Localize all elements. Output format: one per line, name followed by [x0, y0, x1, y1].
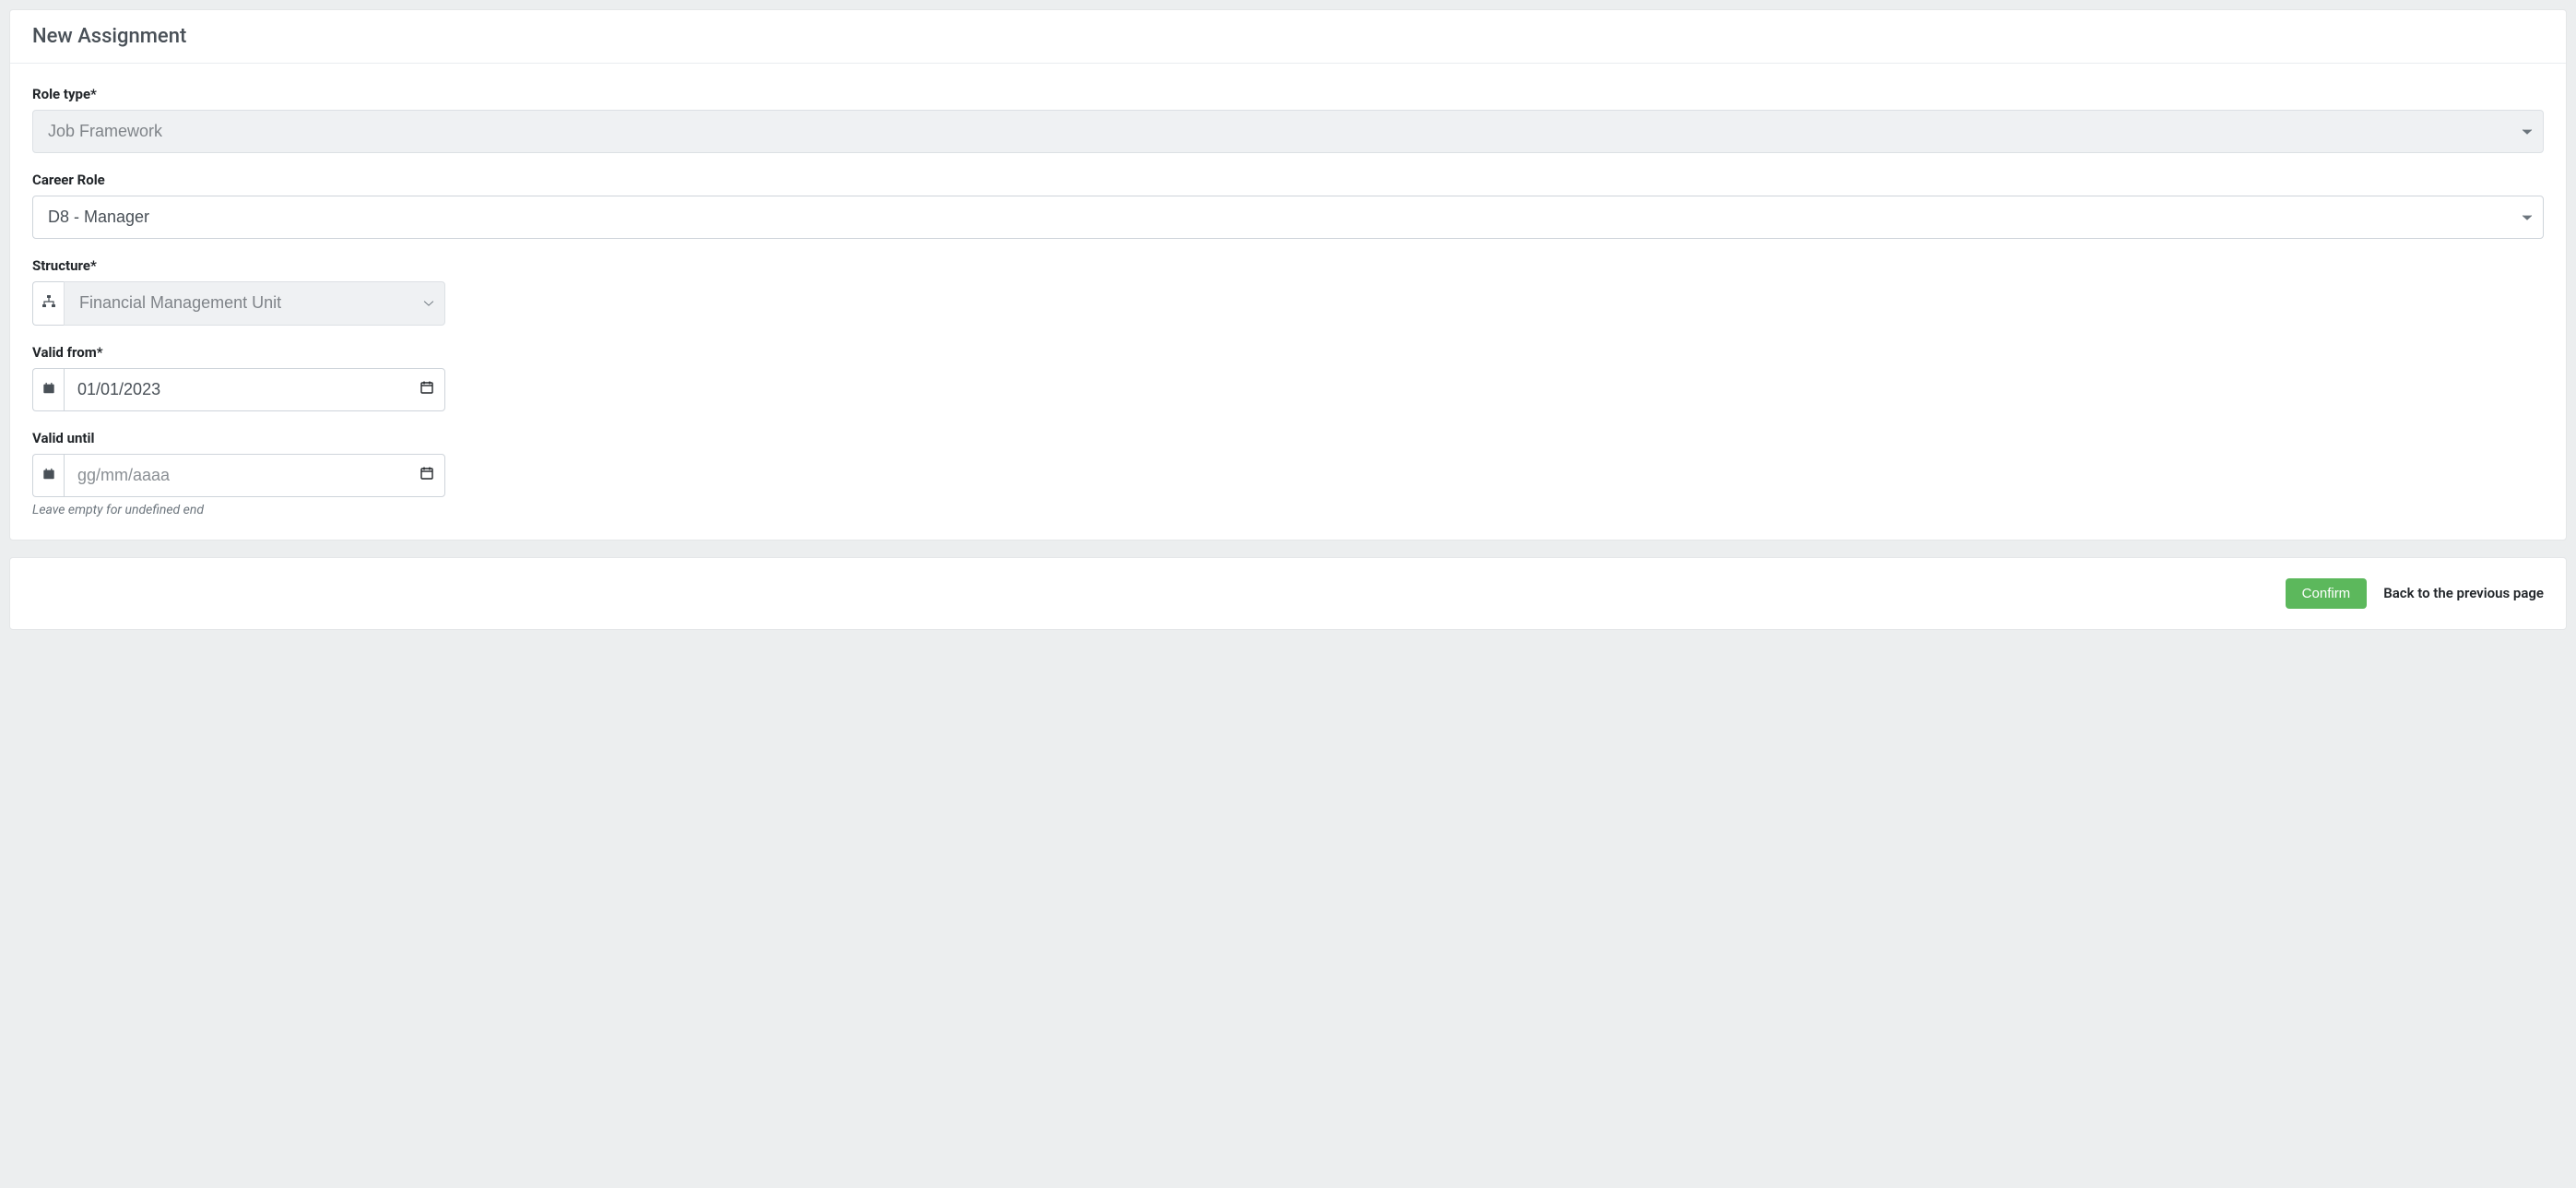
valid-from-label: Valid from* — [32, 344, 2544, 361]
valid-until-label: Valid until — [32, 430, 2544, 446]
structure-input-group: Financial Management Unit — [32, 281, 445, 325]
structure-select-wrap: Financial Management Unit — [64, 281, 445, 325]
card-body: Role type* Job Framework Career Role D8 … — [10, 64, 2566, 540]
page-title: New Assignment — [32, 25, 2544, 48]
career-role-label: Career Role — [32, 172, 2544, 188]
role-type-select[interactable]: Job Framework — [32, 110, 2544, 153]
structure-select[interactable]: Financial Management Unit — [64, 281, 445, 325]
role-type-label: Role type* — [32, 86, 2544, 102]
career-role-select[interactable]: D8 - Manager — [32, 196, 2544, 239]
structure-label: Structure* — [32, 257, 2544, 274]
form-group-role-type: Role type* Job Framework — [32, 86, 2544, 153]
assignment-form-card: New Assignment Role type* Job Framework … — [9, 9, 2567, 541]
card-header: New Assignment — [10, 10, 2566, 64]
valid-until-input[interactable] — [64, 454, 445, 497]
valid-from-input-group — [32, 368, 445, 411]
valid-until-help: Leave empty for undefined end — [32, 503, 2544, 517]
valid-from-input[interactable] — [64, 368, 445, 411]
confirm-button[interactable]: Confirm — [2286, 578, 2368, 609]
actions-card: Confirm Back to the previous page — [9, 557, 2567, 630]
back-link[interactable]: Back to the previous page — [2383, 585, 2544, 601]
structure-addon[interactable] — [32, 281, 64, 325]
form-group-valid-from: Valid from* — [32, 344, 2544, 411]
valid-from-addon — [32, 368, 64, 411]
calendar-icon — [42, 467, 55, 484]
form-group-structure: Structure* Financial Management Uni — [32, 257, 2544, 325]
org-chart-icon — [41, 294, 56, 313]
actions-body: Confirm Back to the previous page — [10, 558, 2566, 629]
calendar-icon — [42, 381, 55, 398]
form-group-career-role: Career Role D8 - Manager — [32, 172, 2544, 239]
valid-until-input-group — [32, 454, 445, 497]
career-role-select-wrap: D8 - Manager — [32, 196, 2544, 239]
valid-until-input-wrap — [64, 454, 445, 497]
valid-until-addon — [32, 454, 64, 497]
form-group-valid-until: Valid until — [32, 430, 2544, 517]
valid-from-input-wrap — [64, 368, 445, 411]
role-type-select-wrap: Job Framework — [32, 110, 2544, 153]
